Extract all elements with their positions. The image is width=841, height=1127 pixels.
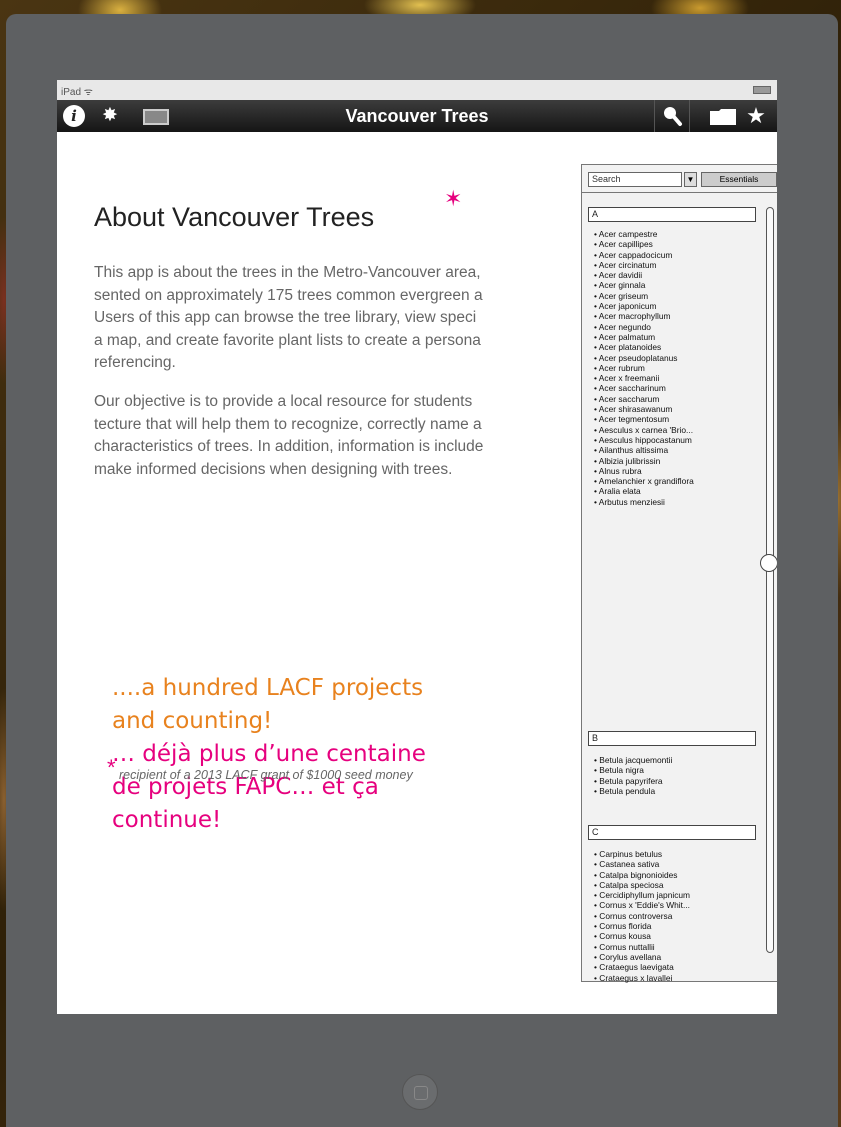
tree-list-item[interactable]: Corylus avellana xyxy=(594,952,754,962)
paragraph-line: characteristics of trees. In addition, i… xyxy=(94,438,484,455)
section-header-b: B xyxy=(588,731,756,746)
paragraph-line: Users of this app can browse the tree li… xyxy=(94,309,477,326)
footnote-text: recipient of a 2013 LACF grant of $1000 … xyxy=(119,768,413,782)
gear-icon[interactable]: ✸ xyxy=(97,105,123,127)
page-title: About Vancouver Trees xyxy=(94,202,374,233)
footnote-star-marker: * xyxy=(107,755,116,780)
paragraph-line: This app is about the trees in the Metro… xyxy=(94,264,481,281)
tree-list-item[interactable]: Aesculus x carnea 'Brio... xyxy=(594,425,754,435)
tree-list-item[interactable]: Betula nigra xyxy=(594,765,754,775)
tree-list-item[interactable]: Acer cappadocicum xyxy=(594,250,754,260)
tree-list-item[interactable]: Acer palmatum xyxy=(594,332,754,342)
tree-list-item[interactable]: Aesculus hippocastanum xyxy=(594,435,754,445)
tree-list-item[interactable]: Acer campestre xyxy=(594,229,754,239)
tree-list-item[interactable]: Cornus controversa xyxy=(594,911,754,921)
tree-list-item[interactable]: Betula papyrifera xyxy=(594,776,754,786)
navigation-bar: i ✸ Vancouver Trees ★ xyxy=(57,100,777,132)
paragraph-line: referencing. xyxy=(94,354,176,371)
tree-list-item[interactable]: Cornus x 'Eddie's Whit... xyxy=(594,900,754,910)
paragraph-line: a map, and create favorite plant lists t… xyxy=(94,331,481,349)
scrollbar-track[interactable] xyxy=(766,207,774,953)
tree-list-item[interactable]: Acer circinatum xyxy=(594,260,754,270)
promo-line-fr: … déjà plus d’une centaine xyxy=(112,741,426,767)
tree-list-item[interactable]: Crataegus laevigata xyxy=(594,962,754,972)
status-bar: iPad ᯤ xyxy=(57,80,777,100)
tree-list-item[interactable]: Acer platanoides xyxy=(594,342,754,352)
battery-icon xyxy=(753,86,771,94)
paragraph-line: make informed decisions when designing w… xyxy=(94,460,453,478)
tree-list-item[interactable]: Catalpa speciosa xyxy=(594,880,754,890)
tree-list-item[interactable]: Cornus kousa xyxy=(594,931,754,941)
tree-list-item[interactable]: Acer rubrum xyxy=(594,363,754,373)
tree-list-item[interactable]: Acer ginnala xyxy=(594,280,754,290)
tree-list-item[interactable]: Crataegus x lavallei xyxy=(594,973,754,983)
about-paragraph-2: Our objective is to provide a local reso… xyxy=(94,391,590,481)
tree-list-item[interactable]: Acer tegmentosum xyxy=(594,414,754,424)
home-button[interactable] xyxy=(402,1074,438,1110)
about-paragraph-1: This app is about the trees in the Metro… xyxy=(94,262,590,375)
tree-list-item[interactable]: Cornus florida xyxy=(594,921,754,931)
app-title: Vancouver Trees xyxy=(345,106,489,126)
tree-search-panel: Search ▼ Essentials A Acer campestreAcer… xyxy=(581,164,777,983)
image-icon[interactable] xyxy=(143,109,169,125)
promo-text: ....a hundred LACF projects and counting… xyxy=(112,672,542,837)
tree-list-item[interactable]: Arbutus menziesii xyxy=(594,497,754,507)
search-input[interactable]: Search xyxy=(588,172,682,187)
tree-list-item[interactable]: Ailanthus altissima xyxy=(594,445,754,455)
paragraph-line: tecture that will help them to recognize… xyxy=(94,415,482,433)
tree-list-item[interactable]: Castanea sativa xyxy=(594,859,754,869)
search-icon xyxy=(664,107,682,126)
tree-list-item[interactable]: Acer macrophyllum xyxy=(594,311,754,321)
filter-dropdown-button[interactable]: ▼ xyxy=(684,172,697,187)
tree-list-item[interactable]: Catalpa bignonioides xyxy=(594,870,754,880)
tree-list-item[interactable]: Acer davidii xyxy=(594,270,754,280)
tree-list-item[interactable]: Acer pseudoplatanus xyxy=(594,353,754,363)
star-icon[interactable]: ★ xyxy=(743,105,769,127)
tree-list-item[interactable]: Cornus nuttallii xyxy=(594,942,754,952)
tree-list-item[interactable]: Aralia elata xyxy=(594,486,754,496)
promo-line-en: and counting! xyxy=(112,708,273,734)
tree-list-item[interactable]: Betula pendula xyxy=(594,786,754,796)
tree-list-item[interactable]: Acer saccharinum xyxy=(594,383,754,393)
paragraph-line: sented on approximately 175 trees common… xyxy=(94,286,483,304)
tree-list-item[interactable]: Acer griseum xyxy=(594,291,754,301)
search-tab[interactable] xyxy=(654,100,690,132)
tree-list-b: Betula jacquemontiiBetula nigraBetula pa… xyxy=(594,755,754,796)
folder-icon[interactable] xyxy=(709,108,737,126)
tree-list-item[interactable]: Alnus rubra xyxy=(594,466,754,476)
section-header-c: C xyxy=(588,825,756,840)
tree-list-c: Carpinus betulusCastanea sativaCatalpa b… xyxy=(594,849,754,983)
info-icon[interactable]: i xyxy=(63,105,85,127)
tree-list-item[interactable]: Acer negundo xyxy=(594,322,754,332)
tree-list-a: Acer campestreAcer capillipesAcer cappad… xyxy=(594,229,754,507)
tree-list-item[interactable]: Acer capillipes xyxy=(594,239,754,249)
tree-list-item[interactable]: Albizia julibrissin xyxy=(594,456,754,466)
promo-line-fr: continue! xyxy=(112,807,222,833)
tree-list-item[interactable]: Acer japonicum xyxy=(594,301,754,311)
ipad-screen: iPad ᯤ i ✸ Vancouver Trees ★ About Vanco… xyxy=(57,80,777,1014)
panel-divider xyxy=(582,192,777,193)
scrollbar-thumb[interactable] xyxy=(760,554,777,572)
page-title-text: About Vancouver Trees xyxy=(94,202,375,232)
section-header-a: A xyxy=(588,207,756,222)
tree-list-item[interactable]: Cercidiphyllum japnicum xyxy=(594,890,754,900)
ipad-frame: iPad ᯤ i ✸ Vancouver Trees ★ About Vanco… xyxy=(6,14,838,1127)
essentials-button[interactable]: Essentials xyxy=(701,172,777,187)
tree-list-item[interactable]: Betula jacquemontii xyxy=(594,755,754,765)
device-wifi-label: iPad ᯤ xyxy=(61,87,93,98)
tree-list-item[interactable]: Acer saccharum xyxy=(594,394,754,404)
tree-list-item[interactable]: Amelanchier x grandiflora xyxy=(594,476,754,486)
home-square-icon xyxy=(414,1086,428,1100)
tree-list-item[interactable]: Acer shirasawanum xyxy=(594,404,754,414)
promo-line-en: ....a hundred LACF projects xyxy=(112,675,424,701)
footnote-star-icon: ✶ xyxy=(444,186,463,211)
paragraph-line: Our objective is to provide a local reso… xyxy=(94,393,473,410)
tree-list-item[interactable]: Acer x freemanii xyxy=(594,373,754,383)
tree-list-item[interactable]: Carpinus betulus xyxy=(594,849,754,859)
